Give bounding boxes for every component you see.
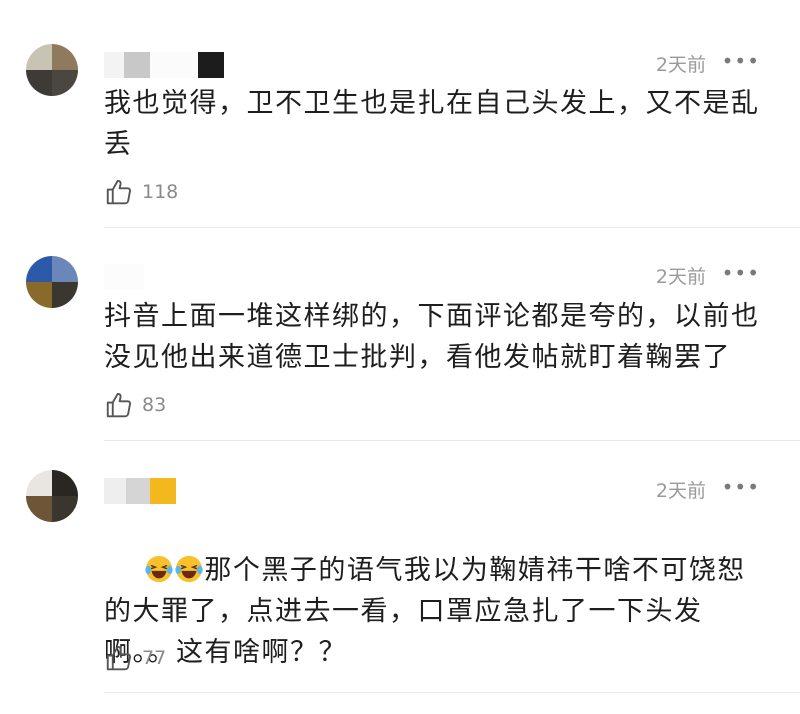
username-redacted[interactable] <box>104 264 144 290</box>
like-count: 83 <box>142 394 167 416</box>
username-redacted[interactable] <box>104 52 224 78</box>
like-button[interactable]: 118 <box>104 177 178 207</box>
more-options-icon[interactable]: ••• <box>722 49 760 73</box>
laughing-tears-emoji <box>175 555 203 583</box>
more-options-icon[interactable]: ••• <box>722 475 760 499</box>
username-redacted[interactable] <box>104 478 176 504</box>
thumbs-up-icon <box>106 392 131 418</box>
divider <box>104 692 800 693</box>
thumbs-up-icon <box>106 645 131 671</box>
divider <box>104 227 800 228</box>
laughing-tears-emoji <box>145 555 173 583</box>
comment-text: 那个黑子的语气我以为鞠婧祎干啥不可饶恕的大罪了，点进去一看，口罩应急扎了一下头发… <box>104 509 774 714</box>
thumbs-up-icon <box>106 179 131 205</box>
comment-time: 2天前 <box>655 480 706 502</box>
avatar[interactable] <box>26 44 78 96</box>
divider <box>104 440 800 441</box>
like-button[interactable]: 83 <box>104 390 166 420</box>
like-button[interactable]: 77 <box>104 643 166 673</box>
like-count: 77 <box>142 647 167 669</box>
comment-time: 2天前 <box>655 54 706 76</box>
comment-time: 2天前 <box>655 266 706 288</box>
like-count: 118 <box>142 181 179 203</box>
more-options-icon[interactable]: ••• <box>722 261 760 285</box>
avatar[interactable] <box>26 470 78 522</box>
comment-text: 抖音上面一堆这样绑的，下面评论都是夸的，以前也没见他出来道德卫士批判，看他发帖就… <box>104 301 760 373</box>
avatar[interactable] <box>26 256 78 308</box>
comment-text: 我也觉得，卫不卫生也是扎在自己头发上，又不是乱丢 <box>104 88 760 160</box>
